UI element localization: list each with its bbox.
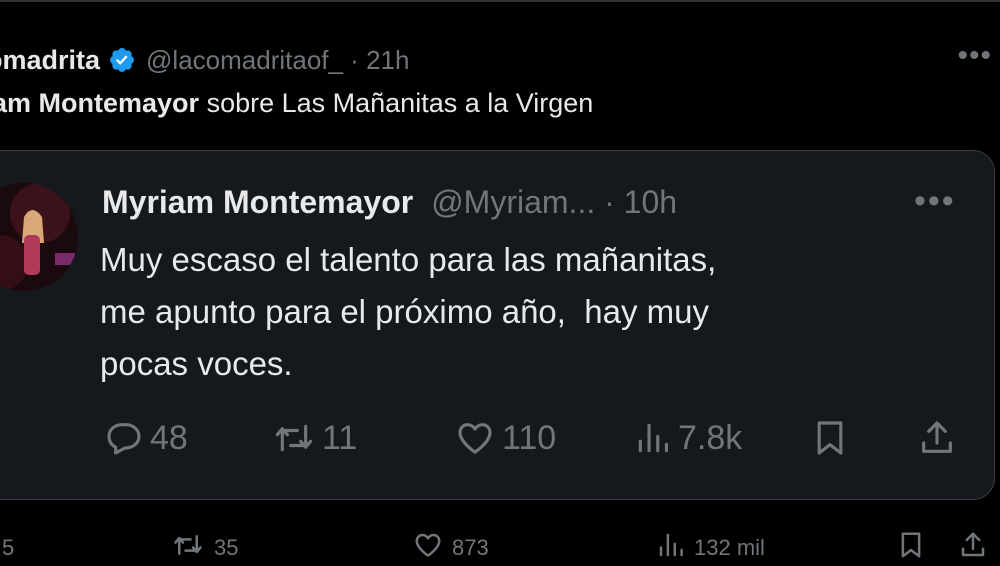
repost-icon — [170, 530, 206, 566]
author-handle-time[interactable]: @lacomadritaof_ · 21h — [146, 45, 409, 76]
views-icon — [634, 418, 672, 458]
views-count: 7.8k — [678, 418, 743, 457]
post-text-mention: am Montemayor — [0, 88, 200, 118]
post-views-button[interactable]: 132 mil — [656, 532, 765, 564]
post-like-button[interactable]: 873 — [412, 532, 489, 564]
post-bookmark-button[interactable] — [896, 532, 926, 564]
quoted-share-button[interactable] — [916, 416, 958, 460]
quoted-like-button[interactable]: 110 — [454, 416, 556, 460]
quoted-views-button[interactable]: 7.8k — [634, 416, 742, 460]
quoted-text-line: Muy escaso el talento para las mañanitas… — [100, 241, 717, 278]
post-text-body: sobre Las Mañanitas a la Virgen — [199, 88, 594, 118]
more-icon[interactable]: ••• — [957, 41, 992, 71]
author-name[interactable]: omadrita — [0, 45, 100, 76]
post-repost-button[interactable]: 35 — [170, 532, 238, 564]
post-like-count: 873 — [452, 535, 489, 560]
verified-badge-icon — [108, 46, 136, 74]
views-icon — [656, 530, 686, 566]
quoted-handle-time[interactable]: @Myriam... · 10h — [431, 184, 677, 221]
top-divider — [0, 0, 1000, 2]
post-reply-count: 5 — [2, 535, 15, 560]
share-icon — [916, 418, 958, 458]
post-share-button[interactable] — [958, 532, 988, 564]
post-header: omadrita @lacomadritaof_ · 21h — [0, 40, 409, 80]
quoted-text-line: pocas voces. — [100, 345, 293, 382]
repost-icon — [272, 418, 316, 458]
post-text: am Montemayor sobre Las Mañanitas a la V… — [0, 88, 593, 119]
quoted-text-line: me apunto para el próximo año, hay muy — [100, 293, 710, 330]
reply-count: 48 — [150, 418, 188, 457]
bookmark-icon — [810, 418, 850, 458]
post-views-count: 132 mil — [694, 535, 765, 560]
quoted-repost-button[interactable]: 11 — [272, 416, 357, 460]
like-count: 110 — [502, 418, 557, 457]
bookmark-icon — [896, 530, 926, 566]
quoted-reply-button[interactable]: 48 — [104, 416, 188, 460]
repost-count: 11 — [322, 418, 358, 457]
quoted-bookmark-button[interactable] — [810, 416, 850, 460]
reply-icon — [104, 418, 144, 458]
like-icon — [412, 530, 444, 566]
quoted-header: Myriam Montemayor @Myriam... · 10h — [102, 180, 677, 224]
quoted-author-name[interactable]: Myriam Montemayor — [102, 184, 413, 221]
share-icon — [958, 530, 988, 566]
post-reply-button[interactable]: 5 — [0, 532, 14, 564]
quoted-more-icon[interactable]: ••• — [914, 184, 956, 218]
post-repost-count: 35 — [214, 535, 239, 560]
quoted-text: Muy escaso el talento para las mañanitas… — [100, 234, 950, 390]
like-icon — [454, 418, 496, 458]
